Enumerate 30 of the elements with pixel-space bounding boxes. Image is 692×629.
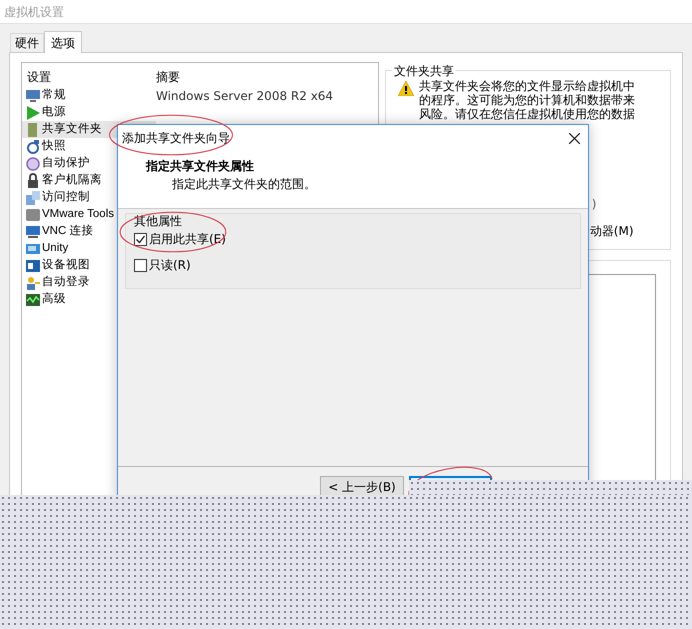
group-title: 文件夹共享 bbox=[392, 62, 456, 80]
window-title: 虚拟机设置 bbox=[4, 4, 64, 20]
option-label: 动器(M) bbox=[590, 223, 634, 240]
settings-item[interactable]: 自动登录 bbox=[22, 274, 156, 291]
group-title: 其他属性 bbox=[134, 213, 182, 230]
settings-item[interactable]: 访问控制 bbox=[22, 189, 156, 206]
warning-icon bbox=[398, 81, 414, 96]
settings-item[interactable]: 高级 bbox=[22, 291, 156, 308]
warning-text: 共享文件夹会将您的文件显示给虚拟机中 的程序。这可能为您的计算机和数据带来 风险。请仅在您信任虚拟机使用您的数据 bbox=[418, 79, 635, 121]
tab[interactable]: 硬件 bbox=[10, 33, 44, 52]
user-key-icon bbox=[25, 274, 41, 290]
checkbox[interactable] bbox=[134, 232, 147, 246]
chart-icon bbox=[25, 292, 41, 308]
lock-icon bbox=[25, 172, 41, 188]
panel-icon bbox=[25, 258, 41, 274]
dialog-heading: 指定共享文件夹属性 bbox=[144, 158, 255, 175]
option-label: ) bbox=[592, 196, 596, 213]
checkbox[interactable] bbox=[134, 258, 147, 272]
column-header: 摘要 bbox=[156, 69, 180, 86]
settings-summary: Windows Server 2008 R2 x64 bbox=[156, 88, 334, 104]
checkbox-option[interactable]: 只读(R) bbox=[134, 256, 191, 274]
column-header: 设置 bbox=[26, 69, 52, 86]
settings-item[interactable]: 客户机隔离 bbox=[22, 172, 156, 189]
monitor-icon bbox=[25, 88, 41, 104]
settings-item[interactable]: 电源 bbox=[22, 104, 156, 121]
close-icon[interactable] bbox=[569, 132, 580, 144]
dialog-subheading: 指定此共享文件夹的范围。 bbox=[171, 176, 317, 193]
tab[interactable]: 选项 bbox=[44, 31, 82, 53]
monitor-icon bbox=[25, 224, 41, 240]
settings-item[interactable]: 常规 bbox=[22, 87, 156, 104]
